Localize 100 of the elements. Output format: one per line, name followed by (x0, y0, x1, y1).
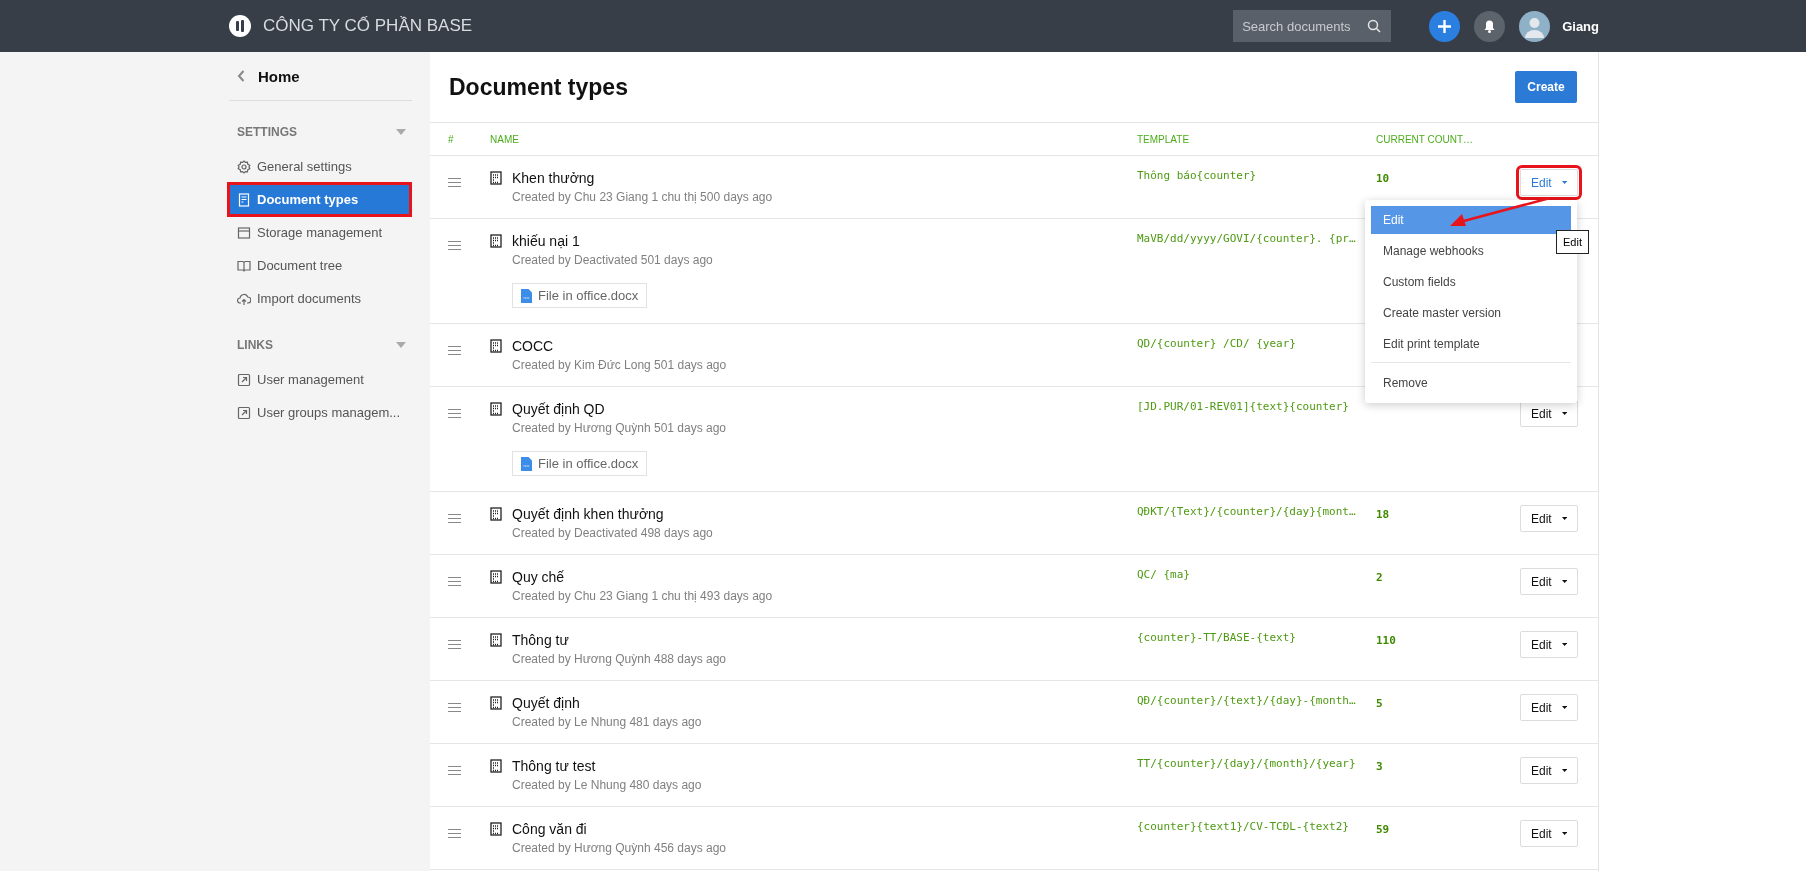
add-button[interactable] (1429, 10, 1461, 42)
sidebar-item[interactable]: General settings (229, 151, 410, 182)
section-title: LINKS (237, 338, 273, 352)
caret-icon (1561, 411, 1567, 416)
menu-item[interactable]: Remove (1371, 369, 1571, 397)
created-info: Created by Hương Quỳnh 501 days ago (512, 420, 727, 437)
logo-icon (229, 15, 251, 37)
created-info: Created by Chu 23 Giang 1 chu thị 500 days ago (512, 189, 773, 206)
edit-dropdown-button[interactable]: Edit (1520, 631, 1578, 658)
drag-handle-icon[interactable] (448, 178, 461, 187)
template-cell-text: TT/{counter}/{day}/{month}/{year} (1137, 756, 1357, 772)
drag-handle-icon[interactable] (448, 514, 461, 523)
drag-handle-icon[interactable] (448, 640, 461, 649)
document-type-name[interactable]: Thông tư (512, 630, 569, 650)
avatar[interactable] (1519, 10, 1551, 42)
home-link[interactable]: Home (229, 52, 412, 101)
edit-dropdown-button[interactable]: Edit (1520, 505, 1578, 532)
document-type-name[interactable]: Công văn đi (512, 819, 587, 839)
page-title: Document types (449, 73, 628, 101)
counter-cell: 59 (1376, 823, 1390, 836)
box-icon (237, 225, 251, 240)
template-cell-text: {counter}-TT/BASE-{text} (1137, 630, 1297, 646)
notification-icon[interactable] (1474, 10, 1506, 42)
attachment-chip[interactable]: File in office.docx (512, 283, 648, 308)
created-info: Created by Le Nhung 480 days ago (512, 777, 702, 794)
edit-dropdown-button[interactable]: Edit (1520, 568, 1578, 595)
caret-icon (1561, 516, 1567, 521)
document-icon (490, 822, 502, 836)
caret-icon (1561, 705, 1567, 710)
gear-icon (237, 159, 251, 174)
sidebar-item[interactable]: Document tree (229, 250, 410, 281)
document-type-name[interactable]: Thông tư test (512, 756, 596, 776)
sidebar-item[interactable]: User groups managem... (229, 397, 410, 428)
counter-cell: 110 (1376, 634, 1396, 647)
caret-icon (1561, 768, 1567, 773)
document-icon (237, 192, 251, 207)
company-name: CÔNG TY CỐ PHẦN BASE (263, 16, 473, 36)
sidebar-item[interactable]: Document types (229, 184, 410, 215)
caret-icon (1561, 831, 1567, 836)
sidebar-item[interactable]: Import documents (229, 283, 410, 314)
document-type-name[interactable]: Quyết định QD (512, 399, 605, 419)
edit-dropdown-button[interactable]: Edit (1520, 694, 1578, 721)
document-icon (490, 507, 502, 521)
menu-item[interactable]: Custom fields (1371, 268, 1571, 296)
create-button[interactable]: Create (1515, 71, 1577, 103)
drag-handle-icon[interactable] (448, 766, 461, 775)
section-title: SETTINGS (237, 125, 297, 139)
column-header: # (447, 133, 455, 145)
sidebar-item[interactable]: Storage management (229, 217, 410, 248)
template-cell-text: MaVB/dd/yyyy/GOVI/{counter}. {pr… (1137, 231, 1357, 247)
attachment-chip[interactable]: File in office.docx (512, 451, 648, 476)
created-info: Created by Deactivated 501 days ago (512, 252, 713, 269)
book-icon (237, 258, 251, 273)
external-link-icon (237, 405, 251, 420)
caret-icon[interactable] (396, 342, 406, 348)
document-type-name[interactable]: Quy chế (512, 567, 565, 587)
document-type-name[interactable]: Quyết định khen thưởng (512, 504, 664, 524)
column-header: NAME (490, 133, 520, 145)
document-type-name[interactable]: khiếu nại 1 (512, 231, 580, 251)
document-icon (490, 234, 502, 248)
caret-icon (1561, 180, 1567, 185)
document-type-name[interactable]: COCC (512, 336, 554, 356)
document-icon (490, 339, 502, 353)
column-header: CURRENT COUNT… (1376, 133, 1475, 145)
drag-handle-icon[interactable] (448, 409, 461, 418)
menu-item[interactable]: Edit print template (1371, 330, 1571, 358)
template-cell-text: QC/ {ma} (1137, 567, 1191, 583)
template-cell-text: QĐKT/{Text}/{counter}/{day}{mont… (1137, 504, 1357, 520)
document-icon (490, 402, 502, 416)
created-info: Created by Kim Đức Long 501 days ago (512, 357, 727, 374)
edit-dropdown-button[interactable]: Edit (1520, 757, 1578, 784)
sidebar-item[interactable]: User management (229, 364, 410, 395)
column-header: TEMPLATE (1137, 133, 1191, 145)
document-icon (490, 570, 502, 584)
drag-handle-icon[interactable] (448, 346, 461, 355)
caret-icon (1561, 579, 1567, 584)
back-icon (237, 70, 245, 82)
counter-cell: 2 (1376, 571, 1383, 584)
menu-item[interactable]: Create master version (1371, 299, 1571, 327)
caret-icon[interactable] (396, 129, 406, 135)
template-cell-text: {counter}{text1}/CV-TCĐL-{text2} (1137, 819, 1350, 835)
edit-dropdown-button[interactable]: Edit (1520, 820, 1578, 847)
counter-cell: 18 (1376, 508, 1390, 521)
created-info: Created by Chu 23 Giang 1 chu thị 493 days ago (512, 588, 773, 605)
template-cell-text: [JD.PUR/01-REV01]{text}{counter} (1137, 399, 1350, 415)
drag-handle-icon[interactable] (448, 829, 461, 838)
document-type-name[interactable]: Khen thưởng (512, 168, 595, 188)
user-name[interactable]: Giang (1562, 18, 1599, 34)
drag-handle-icon[interactable] (448, 703, 461, 712)
created-info: Created by Hương Quỳnh 456 days ago (512, 840, 727, 857)
drag-handle-icon[interactable] (448, 577, 461, 586)
created-info: Created by Le Nhung 481 days ago (512, 714, 702, 731)
drag-handle-icon[interactable] (448, 241, 461, 250)
document-icon (490, 696, 502, 710)
document-type-name[interactable]: Quyết định (512, 693, 580, 713)
document-icon (490, 171, 502, 185)
search-field[interactable]: Search documents (1233, 10, 1392, 42)
created-info: Created by Hương Quỳnh 488 days ago (512, 651, 727, 668)
template-cell-text: QD/{counter} /CD/ {year} (1137, 336, 1297, 352)
counter-cell: 10 (1376, 172, 1390, 185)
